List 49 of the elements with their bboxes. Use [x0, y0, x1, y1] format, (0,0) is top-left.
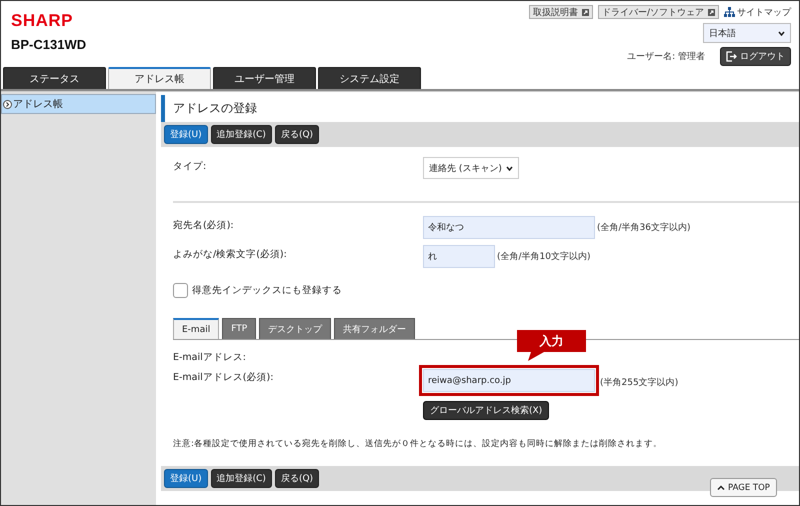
chevron-down-icon: [778, 30, 785, 36]
nav-tab[interactable]: アドレス帳: [108, 67, 211, 89]
nav-tab[interactable]: システム設定: [318, 67, 421, 89]
toolbar-button[interactable]: 登録(U): [164, 125, 208, 144]
text-field[interactable]: れ: [423, 245, 495, 268]
sitemap-icon: [724, 7, 735, 17]
toolbar-button[interactable]: 戻る(Q): [274, 125, 320, 144]
sub-tab[interactable]: デスクトップ: [259, 318, 332, 339]
field-label: E-mailアドレス(必須):: [173, 371, 274, 384]
chevron-circle-icon: [3, 100, 12, 108]
email-field[interactable]: reiwa@sharp.co.jp: [423, 369, 595, 392]
chevron-down-icon: [506, 166, 513, 170]
page-top-button[interactable]: PAGE TOP: [710, 478, 777, 497]
field-hint: (全角/半角36文字以内): [597, 222, 691, 234]
external-link-icon: [708, 8, 715, 16]
field-label: タイプ:: [173, 160, 208, 173]
callout-pointer: [528, 352, 544, 361]
global-search-button[interactable]: グローバルアドレス検索(X): [423, 401, 550, 420]
sub-tab[interactable]: 共有フォルダー: [334, 318, 416, 339]
brand-logo: SHARP: [11, 11, 74, 31]
field-hint: (半角255文字以内): [600, 376, 678, 389]
checkbox[interactable]: [173, 283, 188, 298]
caret-up-icon: [717, 485, 725, 490]
header-link[interactable]: 取扱説明書: [528, 5, 593, 19]
field-label: 宛先名(必須):: [173, 219, 235, 232]
type-select[interactable]: 連絡先 (スキャン): [423, 157, 519, 179]
external-link-icon: [582, 8, 589, 16]
header-link[interactable]: ドライバー/ソフトウェア: [598, 5, 719, 19]
logout-button[interactable]: ログアウト: [720, 47, 791, 66]
toolbar-button[interactable]: 登録(U): [164, 469, 208, 488]
user-name: ユーザー名: 管理者: [627, 50, 705, 63]
model-name: BP-C131WD: [11, 37, 86, 52]
text-field[interactable]: 令和なつ: [423, 216, 595, 239]
toolbar-button[interactable]: 追加登録(C): [210, 469, 272, 488]
sub-tab[interactable]: FTP: [222, 318, 256, 339]
nav-tab[interactable]: ステータス: [3, 67, 106, 89]
note-text: 注意:各種設定で使用されている宛先を削除し、送信先が０件となる時には、設定内容も同時に解除または削除されます。: [173, 438, 663, 450]
field-hint: (全角/半角10文字以内): [497, 250, 591, 263]
sidebar-item[interactable]: アドレス帳: [1, 94, 156, 114]
logout-icon: [726, 51, 737, 62]
toolbar-button[interactable]: 追加登録(C): [210, 125, 272, 144]
checkbox-label: 得意先インデックスにも登録する: [192, 284, 342, 297]
sitemap-link[interactable]: サイトマップ: [724, 6, 791, 18]
toolbar-button[interactable]: 戻る(Q): [274, 469, 320, 488]
language-select[interactable]: 日本語: [703, 23, 791, 43]
section-label: E-mailアドレス:: [173, 351, 247, 364]
field-label: よみがな/検索文字(必須):: [173, 248, 288, 261]
nav-tab[interactable]: ユーザー管理: [213, 67, 316, 89]
sub-tab[interactable]: E-mail: [173, 318, 220, 339]
